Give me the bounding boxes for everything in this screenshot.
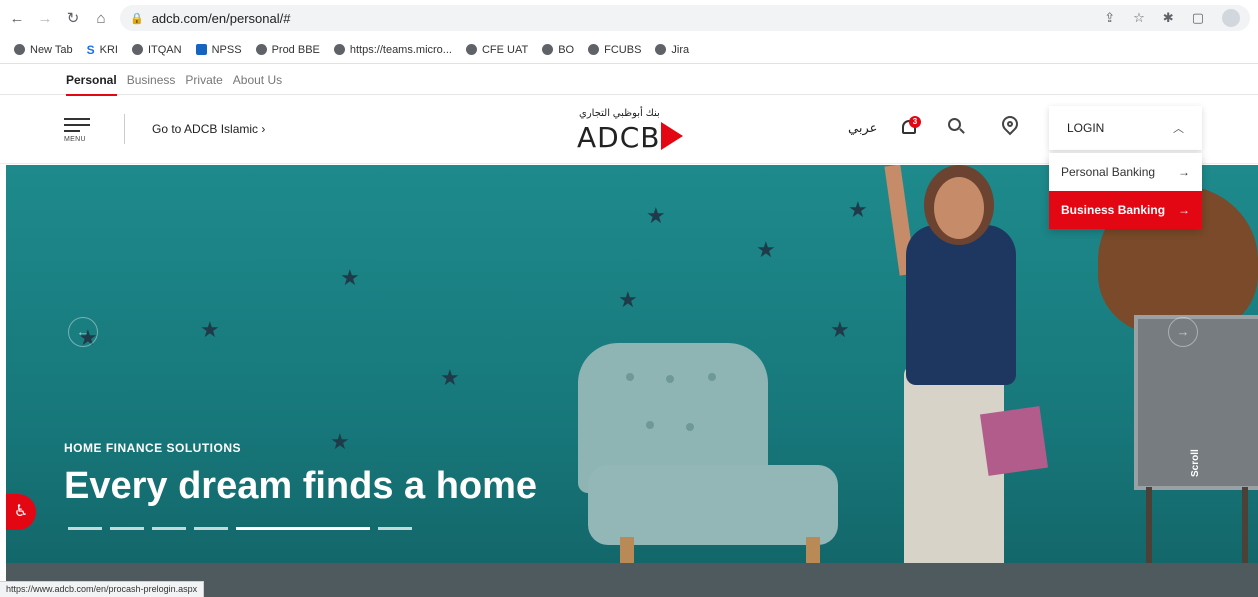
- segment-tabs: Personal Business Private About Us: [0, 65, 1258, 96]
- logo-triangle-icon: [661, 122, 683, 150]
- hero-eyebrow: HOME FINANCE SOLUTIONS: [64, 441, 242, 455]
- carousel-dot[interactable]: [378, 527, 412, 530]
- chair-button: [666, 375, 674, 383]
- globe-icon: [255, 44, 267, 55]
- address-bar[interactable]: 🔒 adcb.com/en/personal/# ⇪ ☆ ✱ ▢: [120, 5, 1250, 31]
- arrow-right-icon: →: [1178, 165, 1190, 179]
- menu-button[interactable]: MENU: [64, 118, 90, 143]
- globe-icon: [465, 44, 477, 55]
- hero-headline: Every dream finds a home: [64, 465, 538, 507]
- status-bar-url: https://www.adcb.com/en/procash-prelogin…: [0, 581, 205, 597]
- tab-personal[interactable]: Personal: [66, 65, 117, 96]
- chevron-up-icon: ︿: [1173, 123, 1184, 135]
- login-dropdown: Personal Banking → Business Banking →: [1049, 153, 1202, 229]
- login-label: LOGIN: [1067, 121, 1105, 135]
- bookmark-item[interactable]: ITQAN: [131, 44, 182, 56]
- npss-icon: [195, 44, 207, 55]
- bookmark-item[interactable]: Prod BBE: [255, 44, 320, 56]
- bookmark-item[interactable]: NPSS: [195, 44, 242, 56]
- star-decoration: ★: [200, 317, 220, 342]
- hamburger-icon: [64, 118, 90, 120]
- star-decoration: ★: [340, 265, 360, 290]
- sidepanel-icon[interactable]: ▢: [1192, 10, 1204, 26]
- carousel-dot[interactable]: [110, 527, 144, 530]
- arrow-right-icon: →: [1178, 203, 1190, 217]
- globe-icon: [542, 44, 554, 55]
- hamburger-icon-bar: [64, 124, 90, 126]
- girl-image: [906, 225, 1016, 385]
- book-image: [979, 406, 1049, 476]
- globe-icon: [131, 44, 143, 55]
- bookmark-item[interactable]: https://teams.micro...: [333, 44, 452, 56]
- carousel-dot-active[interactable]: [236, 527, 370, 530]
- globe-icon: [588, 44, 600, 55]
- notification-badge: 3: [909, 116, 921, 128]
- chair-button: [708, 373, 716, 381]
- globe-icon: [333, 44, 345, 55]
- tab-about-us[interactable]: About Us: [233, 65, 282, 95]
- share-icon[interactable]: ⇪: [1104, 10, 1115, 26]
- star-decoration: ★: [830, 317, 850, 342]
- carousel-next-button[interactable]: →: [1168, 317, 1198, 347]
- home-icon[interactable]: ⌂: [90, 10, 112, 27]
- bookmark-item[interactable]: BO: [542, 44, 574, 56]
- star-decoration: ★: [618, 287, 638, 312]
- reload-icon[interactable]: ↻: [62, 9, 84, 27]
- browser-toolbar: ← → ↻ ⌂ 🔒 adcb.com/en/personal/# ⇪ ☆ ✱ ▢: [0, 0, 1258, 36]
- tab-private[interactable]: Private: [185, 65, 222, 95]
- scroll-label[interactable]: Scroll: [1190, 449, 1201, 477]
- star-decoration: ★: [848, 197, 868, 222]
- bookmark-item[interactable]: New Tab: [14, 44, 73, 56]
- divider: [124, 114, 125, 144]
- back-icon[interactable]: ←: [6, 10, 28, 27]
- bookmark-item[interactable]: FCUBS: [588, 44, 641, 56]
- star-decoration: ★: [646, 203, 666, 228]
- option-label: Personal Banking: [1061, 165, 1156, 179]
- location-pin-icon[interactable]: [998, 112, 1022, 138]
- login-button[interactable]: LOGIN ︿: [1049, 106, 1202, 150]
- goto-islamic-link[interactable]: Go to ADCB Islamic ›: [152, 122, 265, 136]
- address-url[interactable]: adcb.com/en/personal/#: [152, 11, 291, 26]
- chair-button: [686, 423, 694, 431]
- profile-avatar[interactable]: [1222, 9, 1240, 27]
- globe-icon: [14, 44, 25, 55]
- chair-button: [626, 373, 634, 381]
- star-decoration: ★: [756, 237, 776, 262]
- extensions-icon[interactable]: ✱: [1163, 10, 1174, 26]
- language-toggle[interactable]: عربي: [848, 120, 877, 136]
- star-decoration: ★: [330, 429, 350, 454]
- notifications-button[interactable]: 3: [900, 116, 922, 138]
- lock-icon: 🔒: [130, 12, 144, 25]
- personal-banking-option[interactable]: Personal Banking →: [1049, 153, 1202, 191]
- girl-face: [934, 177, 984, 239]
- carousel-prev-button[interactable]: ←: [68, 317, 98, 347]
- s-logo-icon: S: [86, 42, 95, 57]
- adcb-logo[interactable]: بنك أبوظبي التجاري ADCB: [577, 108, 697, 154]
- bookmark-item[interactable]: S KRI: [87, 43, 118, 57]
- bookmarks-bar: New Tab S KRI ITQAN NPSS Prod BBE https:/…: [0, 36, 1258, 64]
- globe-icon: [655, 44, 667, 55]
- tab-business[interactable]: Business: [127, 65, 176, 95]
- option-label: Business Banking: [1061, 203, 1166, 217]
- carousel-dot[interactable]: [194, 527, 228, 530]
- logo-arabic-text: بنك أبوظبي التجاري: [579, 108, 660, 119]
- business-banking-option[interactable]: Business Banking →: [1049, 191, 1202, 229]
- menu-label: MENU: [64, 136, 86, 143]
- chair-button: [646, 421, 654, 429]
- hero-banner[interactable]: ★ ★ ★ ★ ★ ★ ★ ★ ★ ★ ← → Scroll HOME FINA…: [6, 165, 1258, 597]
- bookmark-item[interactable]: CFE UAT: [465, 44, 528, 56]
- chair-seat: [588, 465, 838, 545]
- carousel-dot[interactable]: [152, 527, 186, 530]
- bookmark-item[interactable]: Jira: [655, 44, 689, 56]
- hamburger-icon-bar: [64, 130, 80, 132]
- forward-icon[interactable]: →: [34, 10, 56, 27]
- logo-text: ADCB: [577, 121, 661, 154]
- carousel-dot[interactable]: [68, 527, 102, 530]
- star-icon[interactable]: ☆: [1133, 10, 1145, 26]
- star-decoration: ★: [440, 365, 460, 390]
- search-icon[interactable]: [948, 118, 966, 136]
- carousel-indicators: [68, 527, 412, 530]
